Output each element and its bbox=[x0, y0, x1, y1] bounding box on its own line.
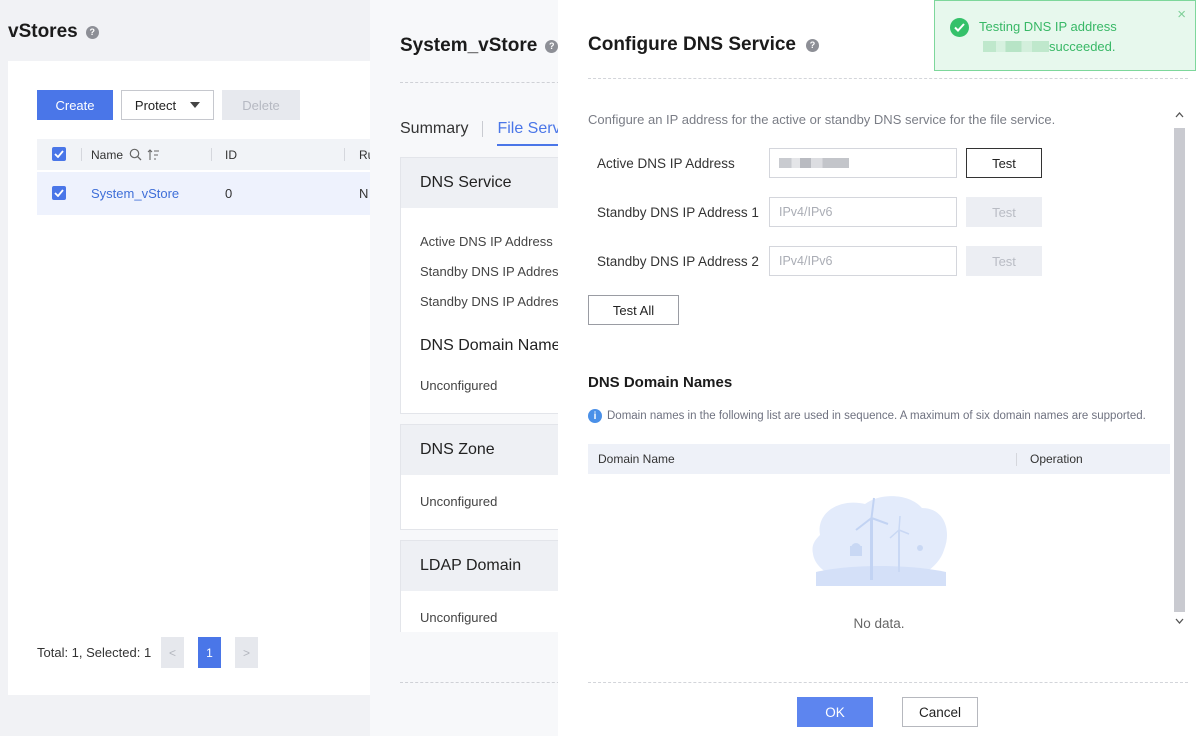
dns-zone-card-title: DNS Zone bbox=[401, 425, 560, 475]
column-domain-name: Domain Name bbox=[598, 452, 675, 466]
help-icon[interactable]: ? bbox=[85, 25, 99, 39]
column-name-label: Name bbox=[91, 147, 124, 162]
column-separator bbox=[344, 148, 345, 161]
help-icon[interactable]: ? bbox=[806, 38, 819, 52]
tab-file-service[interactable]: File Servi bbox=[497, 120, 560, 146]
scrollbar-thumb[interactable] bbox=[1174, 128, 1185, 612]
masked-ip-value bbox=[983, 41, 1049, 52]
delete-button[interactable]: Delete bbox=[222, 90, 300, 120]
help-icon[interactable]: ? bbox=[545, 39, 559, 53]
dns-service-card: DNS Service Active DNS IP Address Standb… bbox=[400, 157, 560, 414]
divider bbox=[400, 82, 560, 83]
next-page-button[interactable]: > bbox=[235, 637, 258, 668]
dns-zone-card: DNS Zone Unconfigured bbox=[400, 424, 560, 530]
chevron-down-icon bbox=[190, 102, 201, 108]
active-dns-label: Active DNS IP Address bbox=[597, 156, 735, 171]
sort-icon[interactable] bbox=[147, 148, 160, 161]
system-vstore-title: System_vStore ? bbox=[400, 35, 559, 57]
test-standby-dns-2-button[interactable]: Test bbox=[966, 246, 1042, 276]
standby-dns-2-label: Standby DNS IP Address 2 bbox=[597, 254, 759, 269]
search-icon[interactable] bbox=[129, 148, 142, 161]
column-separator bbox=[1016, 453, 1017, 466]
chevron-down-icon[interactable] bbox=[1175, 618, 1184, 624]
close-icon[interactable]: × bbox=[1177, 7, 1186, 22]
column-separator bbox=[211, 148, 212, 161]
ldap-domain-card-title: LDAP Domain bbox=[401, 541, 560, 591]
column-id: ID bbox=[225, 147, 237, 162]
protect-button-label: Protect bbox=[134, 97, 177, 113]
dns-domain-names-value: Unconfigured bbox=[420, 378, 498, 393]
standby-dns-1-label: Standby DNS IP Addres bbox=[420, 264, 559, 279]
vstore-extra: N bbox=[359, 186, 369, 201]
success-check-icon bbox=[950, 18, 969, 37]
success-toast: Testing DNS IP address succeeded. × bbox=[934, 0, 1196, 71]
divider bbox=[400, 682, 560, 683]
protect-dropdown-button[interactable]: Protect bbox=[121, 90, 214, 120]
vstores-title-text: vStores bbox=[8, 21, 78, 42]
column-name: Name bbox=[91, 139, 160, 170]
dialog-title: Configure DNS Service ? bbox=[588, 34, 819, 56]
domain-info: i Domain names in the following list are… bbox=[588, 409, 1146, 423]
dns-service-card-title: DNS Service bbox=[401, 158, 560, 208]
divider bbox=[588, 78, 1188, 79]
active-dns-input[interactable] bbox=[769, 148, 957, 178]
info-icon: i bbox=[588, 409, 602, 423]
vstore-id: 0 bbox=[225, 186, 233, 201]
configure-dns-dialog: Configure DNS Service ? Configure an IP … bbox=[558, 0, 1196, 736]
standby-dns-1-label: Standby DNS IP Address 1 bbox=[597, 205, 759, 220]
tab-separator bbox=[482, 121, 484, 137]
toast-message-line1: Testing DNS IP address bbox=[979, 19, 1117, 34]
ldap-domain-card: LDAP Domain Unconfigured bbox=[400, 540, 560, 632]
vstore-name-link[interactable]: System_vStore bbox=[91, 172, 179, 215]
tab-summary[interactable]: Summary bbox=[400, 120, 468, 138]
dialog-scrollbar[interactable] bbox=[1172, 106, 1186, 630]
column-separator bbox=[81, 148, 82, 161]
dialog-description: Configure an IP address for the active o… bbox=[588, 112, 1056, 127]
test-active-dns-button[interactable]: Test bbox=[966, 148, 1042, 178]
standby-dns-2-label: Standby DNS IP Addres bbox=[420, 294, 559, 309]
create-button[interactable]: Create bbox=[37, 90, 113, 120]
dialog-title-text: Configure DNS Service bbox=[588, 34, 796, 55]
standby-dns-1-input[interactable]: IPv4/IPv6 bbox=[769, 197, 957, 227]
test-all-button[interactable]: Test All bbox=[588, 295, 679, 325]
system-vstore-title-text: System_vStore bbox=[400, 35, 538, 56]
no-data-text: No data. bbox=[853, 616, 905, 631]
dns-domain-names-title: DNS Domain Names bbox=[588, 374, 733, 391]
empty-state-illustration bbox=[812, 496, 948, 586]
toast-message-line2: succeeded. bbox=[979, 39, 1116, 54]
standby-dns-2-input[interactable]: IPv4/IPv6 bbox=[769, 246, 957, 276]
system-vstore-panel: System_vStore ? Summary File Servi DNS S… bbox=[370, 0, 560, 736]
page-number-button[interactable]: 1 bbox=[198, 637, 221, 668]
vstores-title: vStores ? bbox=[8, 21, 99, 43]
chevron-up-icon[interactable] bbox=[1175, 112, 1184, 118]
masked-ip-value bbox=[779, 158, 849, 168]
test-standby-dns-1-button[interactable]: Test bbox=[966, 197, 1042, 227]
domain-table-header: Domain Name Operation bbox=[588, 444, 1170, 474]
row-checkbox[interactable] bbox=[52, 186, 66, 200]
total-count: Total: 1, Selected: 1 bbox=[37, 645, 152, 660]
ok-button[interactable]: OK bbox=[797, 697, 873, 727]
active-dns-label: Active DNS IP Address bbox=[420, 234, 553, 249]
dns-domain-names-heading: DNS Domain Names bbox=[420, 337, 560, 354]
ldap-domain-value: Unconfigured bbox=[420, 610, 498, 625]
column-operation: Operation bbox=[1030, 452, 1083, 466]
cancel-button[interactable]: Cancel bbox=[902, 697, 978, 727]
tabs: Summary File Servi bbox=[400, 112, 560, 146]
select-all-checkbox[interactable] bbox=[52, 147, 66, 161]
domain-info-text: Domain names in the following list are u… bbox=[607, 410, 1146, 422]
toast-message-line2-text: succeeded. bbox=[1049, 39, 1116, 54]
dns-zone-value: Unconfigured bbox=[420, 494, 498, 509]
prev-page-button[interactable]: < bbox=[161, 637, 184, 668]
divider bbox=[588, 682, 1188, 683]
